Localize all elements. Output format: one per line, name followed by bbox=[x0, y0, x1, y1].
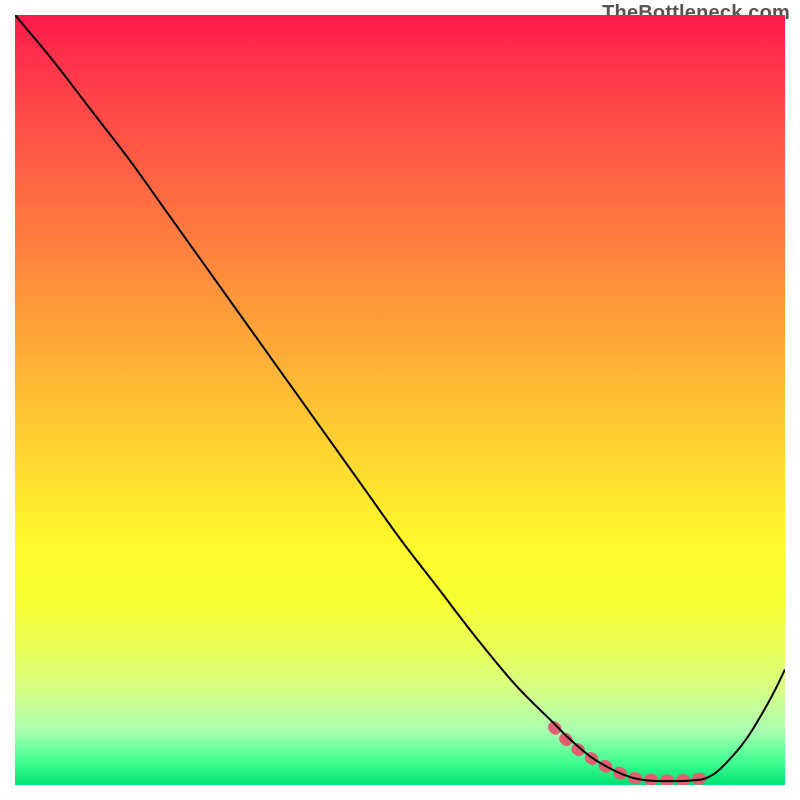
bottleneck-chart: TheBottleneck.com bbox=[0, 0, 800, 800]
bottleneck-curve-path bbox=[15, 15, 785, 781]
plot-area bbox=[15, 15, 785, 785]
optimal-range-emphasis bbox=[554, 727, 708, 780]
plot-svg bbox=[15, 15, 785, 785]
